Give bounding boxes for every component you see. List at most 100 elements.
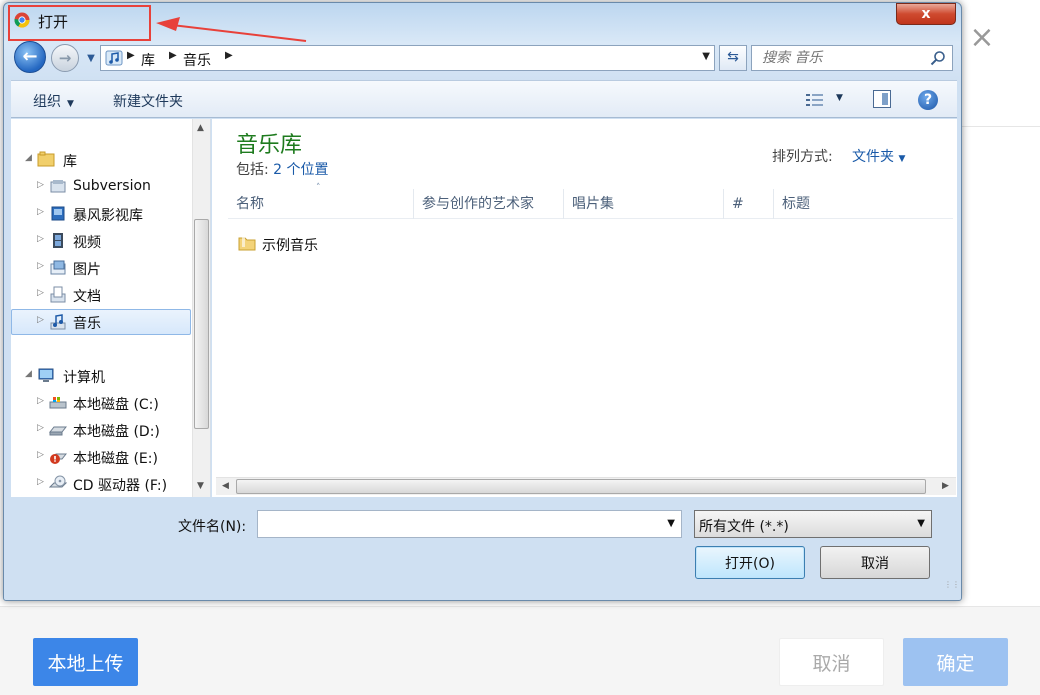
nav-item-computer[interactable]: ◢ 计算机 bbox=[11, 363, 191, 389]
nav-item-drive-f[interactable]: ▷ CD 驱动器 (F:) bbox=[11, 471, 191, 497]
nav-vertical-scrollbar[interactable]: ▲ ▼ bbox=[192, 119, 210, 497]
nav-item-drive-e[interactable]: ▷ 本地磁盘 (E:) bbox=[11, 444, 191, 470]
filename-dropdown-icon[interactable]: ▼ bbox=[667, 518, 675, 529]
nav-item-label: 视频 bbox=[73, 235, 101, 251]
system-drive-icon bbox=[49, 397, 67, 409]
collapsed-arrow-icon[interactable]: ▷ bbox=[37, 450, 44, 460]
film-icon bbox=[53, 233, 63, 248]
drive-warning-icon bbox=[50, 453, 67, 464]
library-folder-icon bbox=[37, 151, 55, 167]
nav-item-drive-c[interactable]: ▷ 本地磁盘 (C:) bbox=[11, 390, 191, 416]
nav-item-subversion[interactable]: ▷ Subversion bbox=[11, 174, 191, 200]
resize-grip-icon[interactable]: ⋮⋮ bbox=[944, 581, 960, 589]
includes-label: 包括: bbox=[236, 162, 269, 178]
breadcrumb-library[interactable]: 库 bbox=[141, 50, 155, 70]
collapsed-arrow-icon[interactable]: ▷ bbox=[37, 315, 44, 325]
refresh-button[interactable]: ⇆ bbox=[719, 45, 747, 71]
pictures-icon bbox=[50, 260, 66, 275]
change-view-icon[interactable] bbox=[805, 92, 825, 108]
forward-button[interactable]: → bbox=[51, 44, 79, 72]
scroll-left-icon[interactable]: ◀ bbox=[222, 481, 229, 491]
file-list-pane: 音乐库 包括: 2 个位置 排列方式: 文件夹 ▼ ˄ 名称 参与创作的艺术家 … bbox=[212, 119, 957, 497]
back-button[interactable]: ← bbox=[14, 41, 46, 73]
collapsed-arrow-icon[interactable]: ▷ bbox=[37, 288, 44, 298]
filename-input[interactable] bbox=[262, 515, 657, 533]
collapsed-arrow-icon[interactable]: ▷ bbox=[37, 477, 44, 487]
organize-menu[interactable]: 组织 ▼ bbox=[33, 91, 74, 111]
search-icon[interactable] bbox=[930, 50, 946, 66]
background-confirm-button[interactable]: 确定 bbox=[903, 638, 1008, 686]
filetype-select[interactable]: 所有文件 (*.*) ▼ bbox=[694, 510, 932, 538]
video-library-icon bbox=[51, 206, 65, 221]
expanded-arrow-icon[interactable]: ◢ bbox=[25, 369, 32, 379]
scroll-thumb[interactable] bbox=[236, 479, 926, 494]
address-dropdown-icon[interactable]: ▼ bbox=[702, 51, 710, 62]
nav-item-videos[interactable]: ▷ 视频 bbox=[11, 228, 191, 254]
list-item[interactable]: 示例音乐 bbox=[234, 233, 434, 257]
collapsed-arrow-icon[interactable]: ▷ bbox=[37, 261, 44, 271]
scroll-thumb[interactable] bbox=[194, 219, 209, 429]
column-header-track-number[interactable]: # bbox=[724, 189, 774, 219]
nav-item-label: Subversion bbox=[73, 178, 151, 194]
scroll-right-icon[interactable]: ▶ bbox=[942, 481, 949, 491]
nav-item-label: 本地磁盘 (E:) bbox=[73, 451, 158, 467]
nav-item-documents[interactable]: ▷ 文档 bbox=[11, 282, 191, 308]
chevron-right-icon[interactable]: ▶ bbox=[169, 50, 177, 61]
nav-item-library[interactable]: ◢ 库 bbox=[11, 147, 191, 173]
filetype-dropdown-icon[interactable]: ▼ bbox=[917, 518, 925, 529]
new-folder-button[interactable]: 新建文件夹 bbox=[113, 91, 183, 111]
collapsed-arrow-icon[interactable]: ▷ bbox=[37, 180, 44, 190]
chevron-right-icon[interactable]: ▶ bbox=[225, 50, 233, 61]
recent-locations-dropdown[interactable]: ▼ bbox=[84, 51, 98, 67]
address-bar[interactable]: ▶ 库 ▶ 音乐 ▶ ▼ bbox=[100, 45, 715, 71]
background-close-icon[interactable]: × bbox=[966, 22, 998, 54]
annotation-arrow-icon bbox=[156, 17, 307, 42]
chevron-right-icon[interactable]: ▶ bbox=[127, 50, 135, 61]
nav-item-label: 文档 bbox=[73, 289, 101, 305]
nav-item-music[interactable]: ▷ 音乐 bbox=[11, 309, 191, 335]
column-header-name[interactable]: 名称 bbox=[228, 189, 414, 219]
dialog-close-button[interactable]: x bbox=[896, 3, 956, 25]
nav-item-drive-d[interactable]: ▷ 本地磁盘 (D:) bbox=[11, 417, 191, 443]
help-icon[interactable]: ? bbox=[918, 90, 938, 110]
column-header-album[interactable]: 唱片集 bbox=[564, 189, 724, 219]
collapsed-arrow-icon[interactable]: ▷ bbox=[37, 423, 44, 433]
folder-icon bbox=[238, 236, 256, 251]
background-cancel-button[interactable]: 取消 bbox=[779, 638, 884, 686]
cancel-button[interactable]: 取消 bbox=[820, 546, 930, 579]
filetype-value: 所有文件 (*.*) bbox=[699, 519, 789, 535]
background-footer bbox=[0, 607, 1040, 695]
arrange-by-dropdown[interactable]: 文件夹 ▼ bbox=[852, 146, 905, 166]
expanded-arrow-icon[interactable]: ◢ bbox=[25, 153, 32, 163]
nav-item-label: 库 bbox=[63, 154, 77, 170]
breadcrumb-music[interactable]: 音乐 bbox=[183, 50, 211, 70]
scroll-down-icon[interactable]: ▼ bbox=[197, 481, 204, 491]
filename-combobox[interactable]: ▼ bbox=[257, 510, 682, 538]
search-box[interactable] bbox=[751, 45, 953, 71]
filename-label: 文件名(N): bbox=[178, 519, 247, 535]
computer-icon bbox=[38, 368, 54, 382]
nav-item-label: 音乐 bbox=[73, 316, 101, 332]
nav-item-label: 暴风影视库 bbox=[73, 208, 143, 224]
locations-link[interactable]: 2 个位置 bbox=[273, 162, 328, 178]
collapsed-arrow-icon[interactable]: ▷ bbox=[37, 234, 44, 244]
column-header-artist[interactable]: 参与创作的艺术家 bbox=[414, 189, 564, 219]
local-upload-button[interactable]: 本地上传 bbox=[33, 638, 138, 686]
nav-item-baofeng-library[interactable]: ▷ 暴风影视库 bbox=[11, 201, 191, 227]
scroll-up-icon[interactable]: ▲ bbox=[197, 123, 204, 133]
search-input[interactable] bbox=[762, 49, 927, 67]
content-horizontal-scrollbar[interactable]: ◀ ▶ bbox=[216, 477, 956, 495]
open-button[interactable]: 打开(O) bbox=[695, 546, 805, 579]
music-note-icon bbox=[50, 314, 66, 330]
command-toolbar: 组织 ▼ 新建文件夹 ▼ ? bbox=[11, 80, 957, 118]
background-divider bbox=[960, 126, 1040, 127]
preview-pane-icon[interactable] bbox=[873, 90, 891, 108]
nav-item-pictures[interactable]: ▷ 图片 bbox=[11, 255, 191, 281]
collapsed-arrow-icon[interactable]: ▷ bbox=[37, 207, 44, 217]
column-header-row: ˄ 名称 参与创作的艺术家 唱片集 # 标题 bbox=[228, 183, 953, 219]
column-header-title[interactable]: 标题 bbox=[774, 189, 953, 219]
collapsed-arrow-icon[interactable]: ▷ bbox=[37, 396, 44, 406]
music-library-icon bbox=[105, 50, 123, 66]
navigation-pane: ◢ 库 ▷ Subversion ▷ 暴风影视库 ▷ 视频 ▷ 图片 ▷ 文档 bbox=[11, 119, 211, 497]
views-dropdown-icon[interactable]: ▼ bbox=[836, 93, 843, 103]
